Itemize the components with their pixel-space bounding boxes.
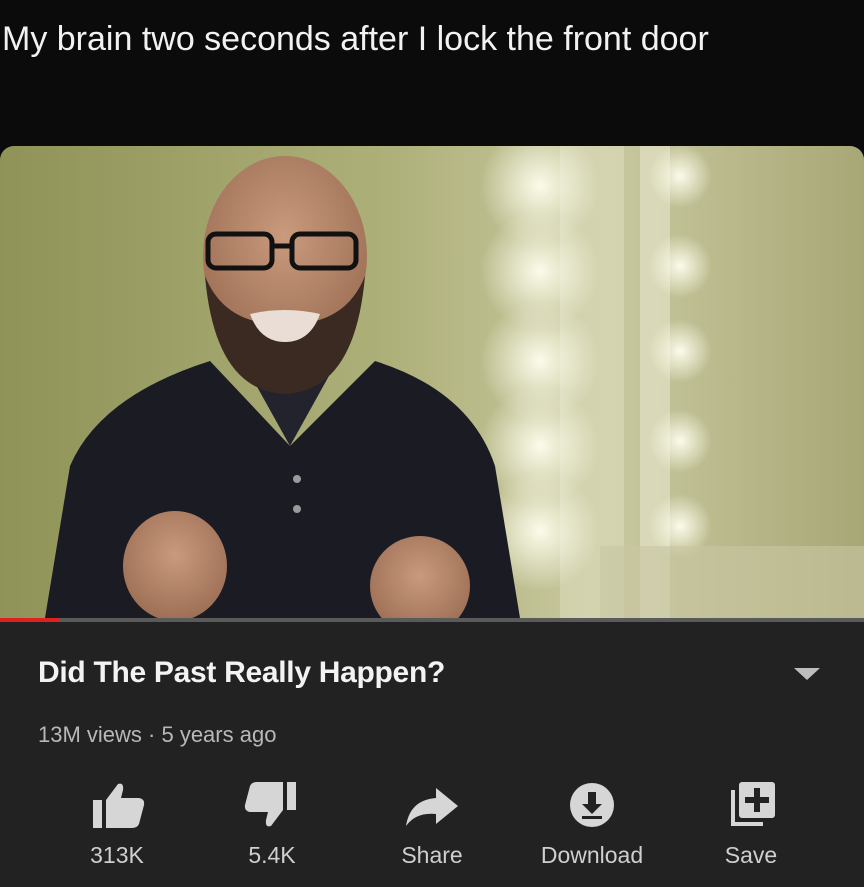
download-icon <box>570 783 614 827</box>
like-button[interactable]: 313K <box>52 772 182 882</box>
video-thumbnail[interactable] <box>0 146 864 618</box>
video-title[interactable]: Did The Past Really Happen? <box>38 656 445 690</box>
add-to-playlist-icon <box>731 782 775 826</box>
thumbs-down-icon <box>244 782 296 827</box>
dislike-count: 5.4K <box>248 842 296 868</box>
youtube-video-card: Did The Past Really Happen? 13M views · … <box>0 146 864 887</box>
video-view-count-and-age: 13M views · 5 years ago <box>38 722 277 747</box>
thumbs-up-icon <box>93 783 145 828</box>
video-action-bar: 313K 5.4K Share Download Save <box>0 772 864 882</box>
download-label: Download <box>540 842 644 868</box>
save-button[interactable]: Save <box>686 772 816 882</box>
like-count: 313K <box>90 842 144 868</box>
share-label: Share <box>401 842 463 868</box>
share-arrow-icon <box>406 788 458 826</box>
save-label: Save <box>724 842 778 868</box>
video-info-panel: Did The Past Really Happen? 13M views · … <box>0 622 864 887</box>
download-button[interactable]: Download <box>527 772 657 882</box>
expand-description-icon[interactable] <box>794 668 820 680</box>
meme-caption: My brain two seconds after I lock the fr… <box>2 20 709 58</box>
share-button[interactable]: Share <box>367 772 497 882</box>
dislike-button[interactable]: 5.4K <box>207 772 337 882</box>
